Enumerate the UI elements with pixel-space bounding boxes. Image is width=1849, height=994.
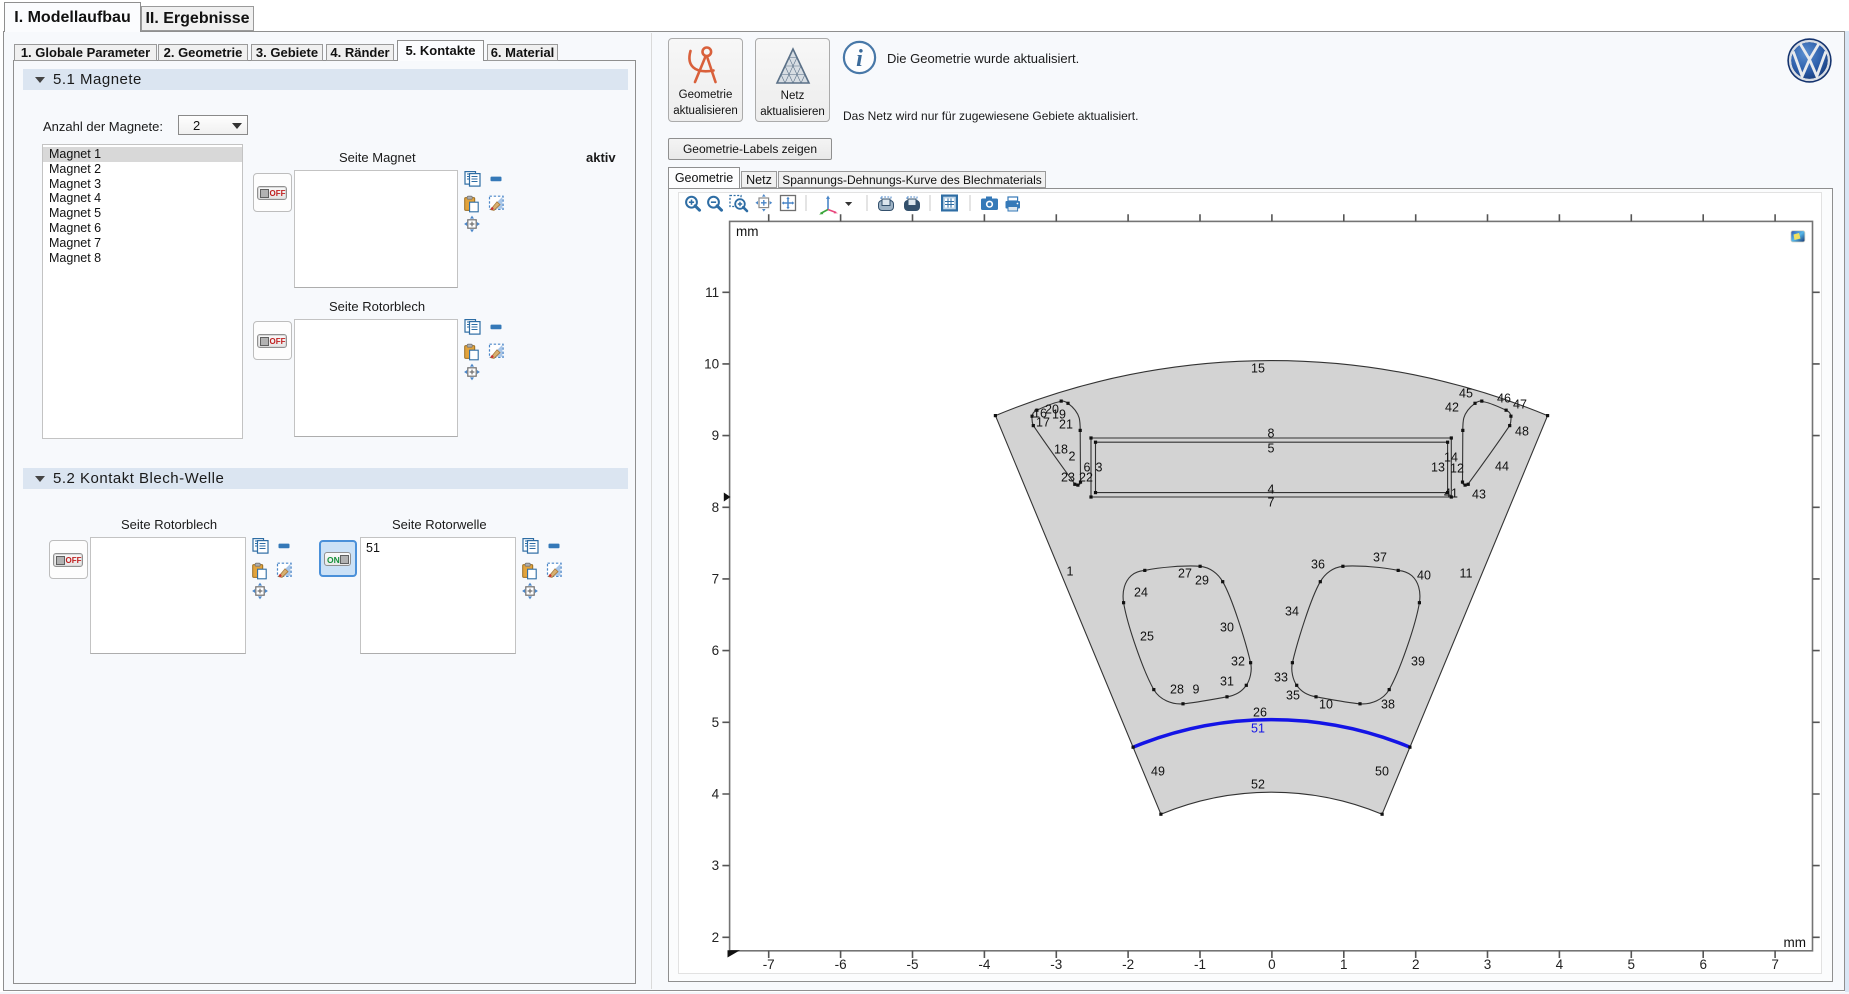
svg-text:13: 13 bbox=[1431, 461, 1445, 475]
svg-text:47: 47 bbox=[1513, 398, 1527, 412]
svg-text:4: 4 bbox=[712, 787, 720, 802]
svg-text:49: 49 bbox=[1151, 765, 1165, 779]
svg-text:2: 2 bbox=[1069, 450, 1076, 464]
svg-text:51: 51 bbox=[1251, 722, 1265, 736]
svg-text:20: 20 bbox=[1045, 403, 1059, 417]
svg-text:14: 14 bbox=[1444, 451, 1458, 465]
svg-text:6: 6 bbox=[1699, 957, 1707, 972]
svg-text:39: 39 bbox=[1411, 655, 1425, 669]
svg-text:5: 5 bbox=[1268, 442, 1275, 456]
svg-text:4: 4 bbox=[1556, 957, 1564, 972]
svg-text:32: 32 bbox=[1231, 655, 1245, 669]
svg-text:22: 22 bbox=[1079, 471, 1093, 485]
svg-text:18: 18 bbox=[1054, 443, 1068, 457]
svg-text:8: 8 bbox=[1268, 427, 1275, 441]
svg-text:-6: -6 bbox=[835, 957, 847, 972]
svg-text:1: 1 bbox=[1067, 565, 1074, 579]
svg-text:7: 7 bbox=[1268, 496, 1275, 510]
svg-text:23: 23 bbox=[1061, 471, 1075, 485]
svg-text:40: 40 bbox=[1417, 569, 1431, 583]
svg-text:11: 11 bbox=[1460, 567, 1473, 581]
svg-text:5: 5 bbox=[1628, 957, 1636, 972]
svg-text:30: 30 bbox=[1220, 621, 1234, 635]
svg-text:mm: mm bbox=[736, 224, 759, 239]
svg-text:15: 15 bbox=[1251, 362, 1265, 376]
svg-text:45: 45 bbox=[1459, 387, 1473, 401]
svg-text:10: 10 bbox=[704, 356, 719, 371]
svg-text:i: i bbox=[856, 46, 863, 72]
svg-text:0: 0 bbox=[1268, 957, 1276, 972]
svg-text:36: 36 bbox=[1311, 558, 1325, 572]
svg-text:38: 38 bbox=[1381, 698, 1395, 712]
svg-text:43: 43 bbox=[1472, 488, 1486, 502]
svg-text:1: 1 bbox=[1340, 957, 1348, 972]
svg-text:46: 46 bbox=[1497, 392, 1511, 406]
svg-text:2: 2 bbox=[712, 930, 720, 945]
svg-text:-3: -3 bbox=[1050, 957, 1062, 972]
svg-text:37: 37 bbox=[1373, 551, 1387, 565]
svg-text:10: 10 bbox=[1319, 698, 1333, 712]
svg-text:-4: -4 bbox=[978, 957, 990, 972]
svg-text:7: 7 bbox=[1771, 957, 1779, 972]
svg-text:mm: mm bbox=[1784, 935, 1807, 950]
svg-text:9: 9 bbox=[712, 428, 720, 443]
svg-text:11: 11 bbox=[705, 285, 719, 300]
svg-text:29: 29 bbox=[1195, 574, 1209, 588]
svg-text:34: 34 bbox=[1285, 605, 1299, 619]
svg-text:35: 35 bbox=[1286, 689, 1300, 703]
svg-text:-5: -5 bbox=[906, 957, 918, 972]
svg-text:52: 52 bbox=[1251, 778, 1265, 792]
svg-text:5: 5 bbox=[712, 715, 720, 730]
svg-text:6: 6 bbox=[712, 643, 720, 658]
svg-text:33: 33 bbox=[1274, 671, 1288, 685]
svg-text:3: 3 bbox=[1096, 461, 1103, 475]
svg-text:24: 24 bbox=[1134, 586, 1148, 600]
svg-text:17: 17 bbox=[1036, 416, 1050, 430]
svg-text:9: 9 bbox=[1193, 683, 1200, 697]
svg-text:3: 3 bbox=[712, 858, 720, 873]
svg-text:21: 21 bbox=[1059, 418, 1073, 432]
svg-text:8: 8 bbox=[712, 500, 720, 515]
svg-text:42: 42 bbox=[1445, 401, 1459, 415]
svg-text:41: 41 bbox=[1444, 487, 1458, 501]
svg-text:44: 44 bbox=[1495, 460, 1509, 474]
svg-text:-1: -1 bbox=[1194, 957, 1206, 972]
svg-text:-2: -2 bbox=[1122, 957, 1134, 972]
svg-text:25: 25 bbox=[1140, 630, 1154, 644]
svg-text:3: 3 bbox=[1484, 957, 1492, 972]
svg-text:4: 4 bbox=[1268, 483, 1275, 497]
svg-text:7: 7 bbox=[712, 571, 720, 586]
svg-text:26: 26 bbox=[1253, 706, 1267, 720]
svg-text:27: 27 bbox=[1178, 567, 1192, 581]
svg-text:50: 50 bbox=[1375, 765, 1389, 779]
svg-text:-7: -7 bbox=[763, 957, 775, 972]
svg-text:31: 31 bbox=[1220, 675, 1234, 689]
svg-text:28: 28 bbox=[1170, 683, 1184, 697]
svg-text:48: 48 bbox=[1515, 425, 1529, 439]
svg-text:2: 2 bbox=[1412, 957, 1420, 972]
